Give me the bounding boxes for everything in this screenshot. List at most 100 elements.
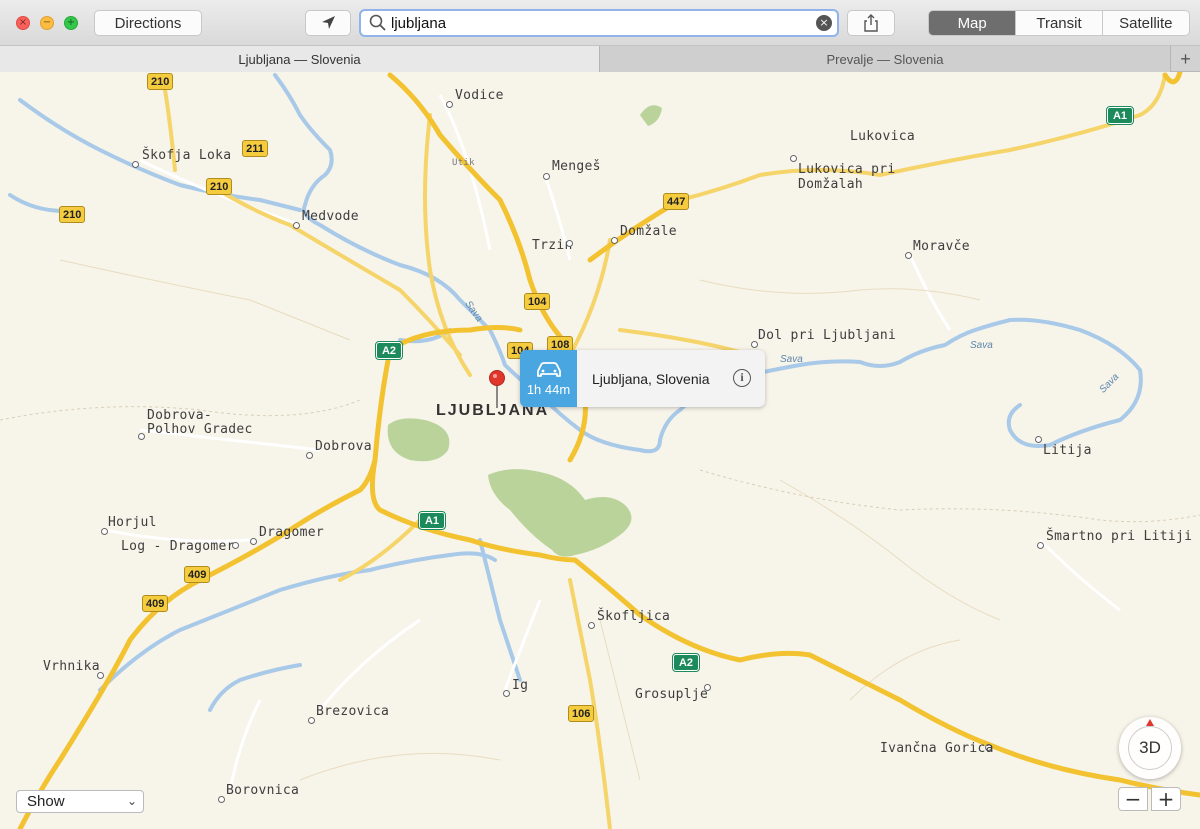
place-label-brezovica[interactable]: Brezovica bbox=[316, 704, 389, 719]
search-icon bbox=[369, 14, 386, 31]
motorway bbox=[572, 557, 1200, 798]
motorway bbox=[1162, 72, 1183, 85]
place-dot bbox=[306, 452, 313, 459]
place-label-log-dragomer[interactable]: Log - Dragomer bbox=[121, 539, 235, 554]
place-dot bbox=[543, 173, 550, 180]
place-dot bbox=[588, 622, 595, 629]
minor-road bbox=[438, 94, 492, 251]
road-shield: 409 bbox=[184, 566, 211, 583]
compass-3d-label: 3D bbox=[1128, 726, 1172, 770]
local-road bbox=[849, 639, 961, 701]
map-mode-transit[interactable]: Transit bbox=[1016, 11, 1103, 35]
place-dot bbox=[1035, 436, 1042, 443]
share-icon bbox=[864, 14, 878, 32]
forest-area bbox=[488, 469, 632, 557]
tab-bar: Ljubljana — Slovenia Prevalje — Slovenia… bbox=[0, 46, 1200, 72]
location-pin-icon[interactable] bbox=[488, 370, 506, 410]
map-mode-segmented-control: Map Transit Satellite bbox=[928, 10, 1190, 36]
tab-ljubljana[interactable]: Ljubljana — Slovenia bbox=[0, 46, 600, 72]
place-label-ivancna-gorica[interactable]: Ivančna Gorica bbox=[880, 741, 994, 756]
close-window-button[interactable]: × bbox=[16, 16, 30, 30]
minor-road bbox=[1038, 538, 1121, 612]
place-label-menges[interactable]: Mengeš bbox=[552, 159, 601, 174]
fullscreen-icon: + bbox=[66, 17, 76, 28]
clear-search-icon[interactable]: × bbox=[816, 15, 832, 31]
motorway-shield: A2 bbox=[672, 653, 700, 672]
place-label-domzale[interactable]: Domžale bbox=[620, 224, 677, 239]
map-mode-satellite[interactable]: Satellite bbox=[1103, 11, 1189, 35]
place-dot bbox=[446, 101, 453, 108]
zoom-in-button[interactable]: + bbox=[1151, 787, 1181, 811]
place-label-horjul[interactable]: Horjul bbox=[108, 515, 157, 530]
motorway bbox=[17, 457, 378, 829]
place-dot bbox=[250, 538, 257, 545]
place-label-litija[interactable]: Litija bbox=[1043, 443, 1092, 458]
close-icon: × bbox=[18, 17, 28, 28]
map-mode-map[interactable]: Map bbox=[929, 11, 1017, 35]
compass-3d-button[interactable]: 3D bbox=[1119, 717, 1181, 779]
motorway-shield: A1 bbox=[418, 511, 446, 530]
place-label-lukovica-pri[interactable]: Lukovica pri bbox=[798, 162, 896, 177]
road-shield: 106 bbox=[568, 705, 595, 722]
place-label-moravce[interactable]: Moravče bbox=[913, 239, 970, 254]
place-dot bbox=[132, 161, 139, 168]
place-label-skofja-loka[interactable]: Škofja Loka bbox=[142, 148, 231, 163]
place-dot bbox=[218, 796, 225, 803]
place-label-dobrova[interactable]: Dobrova bbox=[315, 439, 372, 454]
place-label-lukovica[interactable]: Lukovica bbox=[850, 129, 915, 144]
place-dot bbox=[308, 717, 315, 724]
fullscreen-window-button[interactable]: + bbox=[64, 16, 78, 30]
road-shield: 210 bbox=[147, 73, 174, 90]
minimize-icon: − bbox=[42, 17, 52, 28]
place-label-ig[interactable]: Ig bbox=[512, 678, 528, 693]
share-button[interactable] bbox=[847, 10, 895, 36]
place-label-dol-pri-ljubljani[interactable]: Dol pri Ljubljani bbox=[758, 328, 896, 343]
forest-area bbox=[387, 418, 450, 462]
drive-directions-button[interactable]: 1h 44m bbox=[520, 350, 577, 407]
location-callout: 1h 44m Ljubljana, Slovenia i bbox=[520, 350, 765, 407]
boundary bbox=[699, 469, 1200, 523]
search-input[interactable] bbox=[391, 14, 801, 32]
local-road bbox=[699, 279, 981, 301]
place-label-domzalah[interactable]: Domžalah bbox=[798, 177, 863, 192]
place-label-vrhnika[interactable]: Vrhnika bbox=[43, 659, 100, 674]
minor-road bbox=[228, 699, 262, 791]
road-shield: 447 bbox=[663, 193, 690, 210]
minor-road bbox=[318, 618, 421, 711]
place-label-dragomer[interactable]: Dragomer bbox=[259, 525, 324, 540]
road-shield: 211 bbox=[242, 140, 268, 157]
directions-button[interactable]: Directions bbox=[94, 10, 202, 36]
place-dot bbox=[790, 155, 797, 162]
callout-title: Ljubljana, Slovenia bbox=[592, 370, 710, 387]
place-dot bbox=[1037, 542, 1044, 549]
road-shield: 210 bbox=[206, 178, 233, 195]
place-label-skofljica[interactable]: Škofljica bbox=[597, 609, 670, 624]
place-label-borovnica[interactable]: Borovnica bbox=[226, 783, 299, 798]
info-icon[interactable]: i bbox=[733, 369, 751, 387]
place-label-vodice[interactable]: Vodice bbox=[455, 88, 504, 103]
place-dot bbox=[611, 237, 618, 244]
show-dropdown[interactable]: Show ⌄ bbox=[16, 790, 144, 813]
map-base-layer bbox=[0, 72, 1200, 829]
road-shield: 409 bbox=[142, 595, 169, 612]
road-shield: 104 bbox=[524, 293, 551, 310]
car-icon bbox=[536, 361, 561, 377]
new-tab-button[interactable]: + bbox=[1170, 46, 1200, 72]
place-label-grosuplje[interactable]: Grosuplje bbox=[635, 687, 708, 702]
place-dot bbox=[101, 528, 108, 535]
place-label-dobrova-polhov[interactable]: Dobrova- bbox=[147, 408, 212, 423]
drive-time-label: 1h 44m bbox=[526, 381, 571, 397]
zoom-out-button[interactable]: − bbox=[1118, 787, 1148, 811]
river bbox=[208, 663, 302, 712]
place-label-medvode[interactable]: Medvode bbox=[302, 209, 359, 224]
river bbox=[98, 551, 497, 692]
minimize-window-button[interactable]: − bbox=[40, 16, 54, 30]
current-location-button[interactable] bbox=[305, 10, 351, 36]
place-label-smartno-pri-litiji[interactable]: Šmartno pri Litiji bbox=[1046, 529, 1192, 544]
tab-prevalje[interactable]: Prevalje — Slovenia bbox=[600, 46, 1170, 72]
search-field[interactable]: × bbox=[359, 9, 839, 37]
place-label-polhov-gradec[interactable]: Polhov Gradec bbox=[147, 422, 253, 437]
map-canvas[interactable]: Vodice Škofja Loka Mengeš Utik Lukovica … bbox=[0, 72, 1200, 829]
place-dot bbox=[138, 433, 145, 440]
river bbox=[478, 538, 522, 682]
